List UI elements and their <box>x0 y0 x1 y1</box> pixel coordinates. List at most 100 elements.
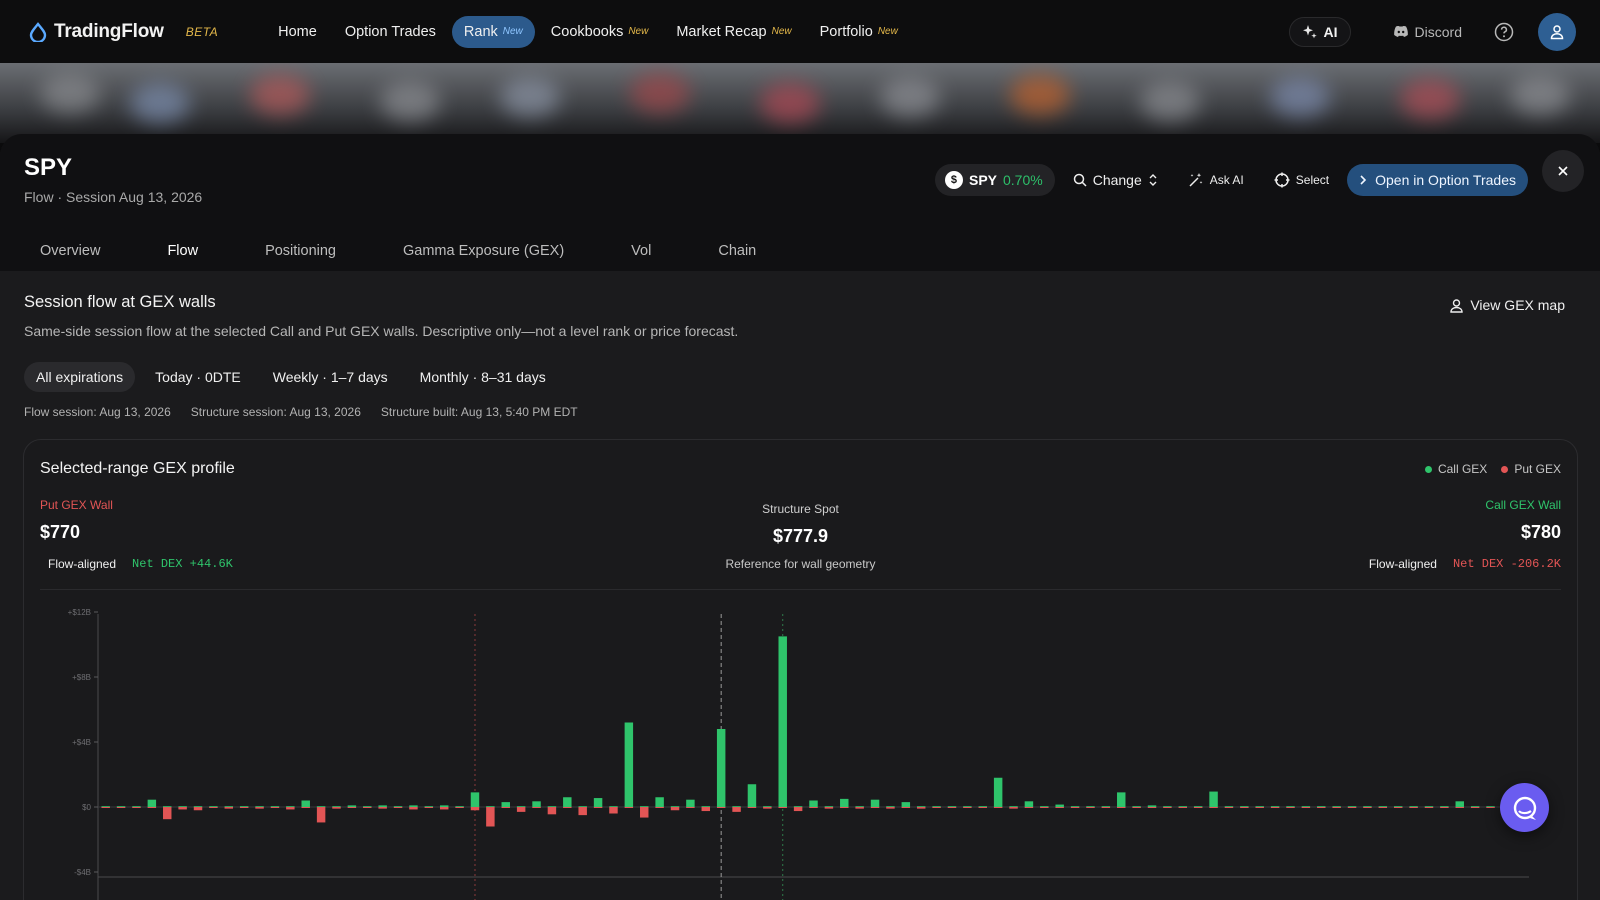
ai-button[interactable]: AI <box>1288 16 1351 47</box>
put-gex-bar <box>163 807 172 820</box>
put-gex-bar <box>1486 807 1495 808</box>
filter-monthly[interactable]: Monthly · 8–31 days <box>408 362 558 392</box>
put-gex-bar <box>439 807 449 810</box>
put-gex-bar <box>701 807 711 812</box>
put-gex-bar <box>1455 807 1464 808</box>
put-gex-bar <box>1378 807 1388 808</box>
section-description: Same-side session flow at the selected C… <box>24 323 739 339</box>
tab-chain[interactable]: Chain <box>702 243 772 259</box>
panel-tabs: Overview Flow Positioning Gamma Exposure… <box>24 243 772 259</box>
put-gex-bar <box>255 807 264 809</box>
put-gex-bar <box>455 807 464 808</box>
call-gex-bar <box>655 797 664 807</box>
put-gex-bar <box>1286 807 1295 808</box>
select-label: Select <box>1295 173 1330 187</box>
nav-portfolio[interactable]: Portfolio New <box>808 16 910 48</box>
call-gex-bar <box>1055 804 1064 807</box>
put-gex-bar <box>870 807 880 808</box>
nav-home-label: Home <box>278 23 317 40</box>
select-button[interactable]: Select <box>1274 172 1329 188</box>
ask-ai-button[interactable]: Ask AI <box>1188 172 1244 188</box>
filter-today-0dte[interactable]: Today · 0DTE <box>143 362 253 392</box>
open-in-option-trades-button[interactable]: Open in Option Trades <box>1347 164 1528 196</box>
put-gex-bar <box>132 807 141 808</box>
filter-weekly[interactable]: Weekly · 1–7 days <box>261 362 400 392</box>
change-symbol-button[interactable]: Change <box>1073 172 1158 188</box>
put-gex-bar <box>332 807 341 809</box>
put-gex-bar <box>1070 807 1080 808</box>
call-gex-bar <box>901 802 911 807</box>
y-tick-label: +$12B <box>68 608 91 617</box>
put-gex-bar <box>686 807 695 808</box>
chat-support-button[interactable] <box>1500 783 1549 832</box>
tab-gamma-exposure[interactable]: Gamma Exposure (GEX) <box>387 243 580 259</box>
put-wall-flow: Flow-aligned Net DEX +44.6K <box>48 557 233 571</box>
put-gex-bar <box>1163 807 1172 808</box>
view-gex-map-button[interactable]: View GEX map <box>1449 297 1565 313</box>
put-gex-bar <box>224 807 234 809</box>
nav-home[interactable]: Home <box>266 16 329 48</box>
chip-change: 0.70% <box>1003 172 1043 188</box>
put-gex-bar <box>286 807 295 810</box>
change-label: Change <box>1092 172 1142 188</box>
card-title: Selected-range GEX profile <box>40 460 235 477</box>
put-gex-bar <box>1178 807 1188 808</box>
put-gex-bar <box>1009 807 1018 809</box>
put-gex-bar <box>778 807 787 808</box>
put-gex-bar <box>809 807 818 808</box>
main-nav: Home Option Trades Rank New Cookbooks New … <box>266 15 910 48</box>
nav-option-trades[interactable]: Option Trades <box>333 16 448 48</box>
nav-rank[interactable]: Rank New <box>451 15 535 48</box>
put-gex-bar <box>563 807 572 808</box>
put-gex-bar <box>193 807 203 811</box>
nav-market-recap[interactable]: Market Recap New <box>664 16 803 48</box>
y-tick-label: -$4B <box>74 868 91 877</box>
put-gex-bar <box>1024 807 1034 808</box>
chip-symbol: SPY <box>968 172 997 188</box>
put-gex-bar <box>763 807 772 809</box>
tab-vol[interactable]: Vol <box>615 243 667 259</box>
call-gex-bar <box>747 784 757 807</box>
crosshair-icon <box>1274 172 1290 188</box>
put-gex-bar <box>1086 807 1095 808</box>
call-gex-bar <box>347 805 357 807</box>
put-gex-bar <box>209 807 218 808</box>
map-user-icon <box>1450 298 1464 313</box>
put-gex-bar <box>347 807 357 808</box>
help-icon[interactable] <box>1494 22 1514 42</box>
put-gex-bar <box>593 807 603 808</box>
put-gex-bar <box>147 807 157 808</box>
put-gex-bar <box>916 807 926 809</box>
nav-cookbooks[interactable]: Cookbooks New <box>539 16 661 48</box>
view-gex-label: View GEX map <box>1470 297 1565 313</box>
put-gex-bar <box>670 807 680 811</box>
discord-icon <box>1393 25 1408 37</box>
symbol-chip[interactable]: $ SPY 0.70% <box>934 164 1055 196</box>
brand-logo[interactable]: TradingFlow BETA <box>28 21 218 43</box>
put-gex-bar <box>270 807 280 808</box>
put-gex-bar <box>532 807 541 808</box>
tab-flow[interactable]: Flow <box>151 243 214 259</box>
call-gex-bar <box>409 805 418 807</box>
tab-positioning[interactable]: Positioning <box>249 243 352 259</box>
put-gex-bar <box>609 807 618 814</box>
new-badge: New <box>628 26 649 37</box>
flow-session: Flow session: Aug 13, 2026 <box>24 405 171 419</box>
call-gex-bar <box>439 805 449 807</box>
filter-all-expirations[interactable]: All expirations <box>24 362 136 392</box>
close-button[interactable] <box>1542 150 1584 192</box>
user-avatar[interactable] <box>1538 12 1576 51</box>
discord-link[interactable]: Discord <box>1393 24 1462 40</box>
put-gex-bar <box>1193 807 1203 808</box>
put-gex-bar <box>101 807 110 808</box>
put-gex-bar <box>116 807 126 808</box>
put-gex-bar <box>1440 807 1449 808</box>
top-nav: TradingFlow BETA Home Option Trades Rank… <box>0 0 1600 63</box>
put-gex-bar <box>732 807 741 812</box>
put-gex-bar <box>886 807 895 809</box>
call-gex-bar <box>840 798 849 807</box>
ai-label: AI <box>1323 23 1338 40</box>
put-gex-bar <box>640 807 649 818</box>
spot-price: $777.9 <box>772 526 829 546</box>
tab-overview[interactable]: Overview <box>24 243 116 259</box>
